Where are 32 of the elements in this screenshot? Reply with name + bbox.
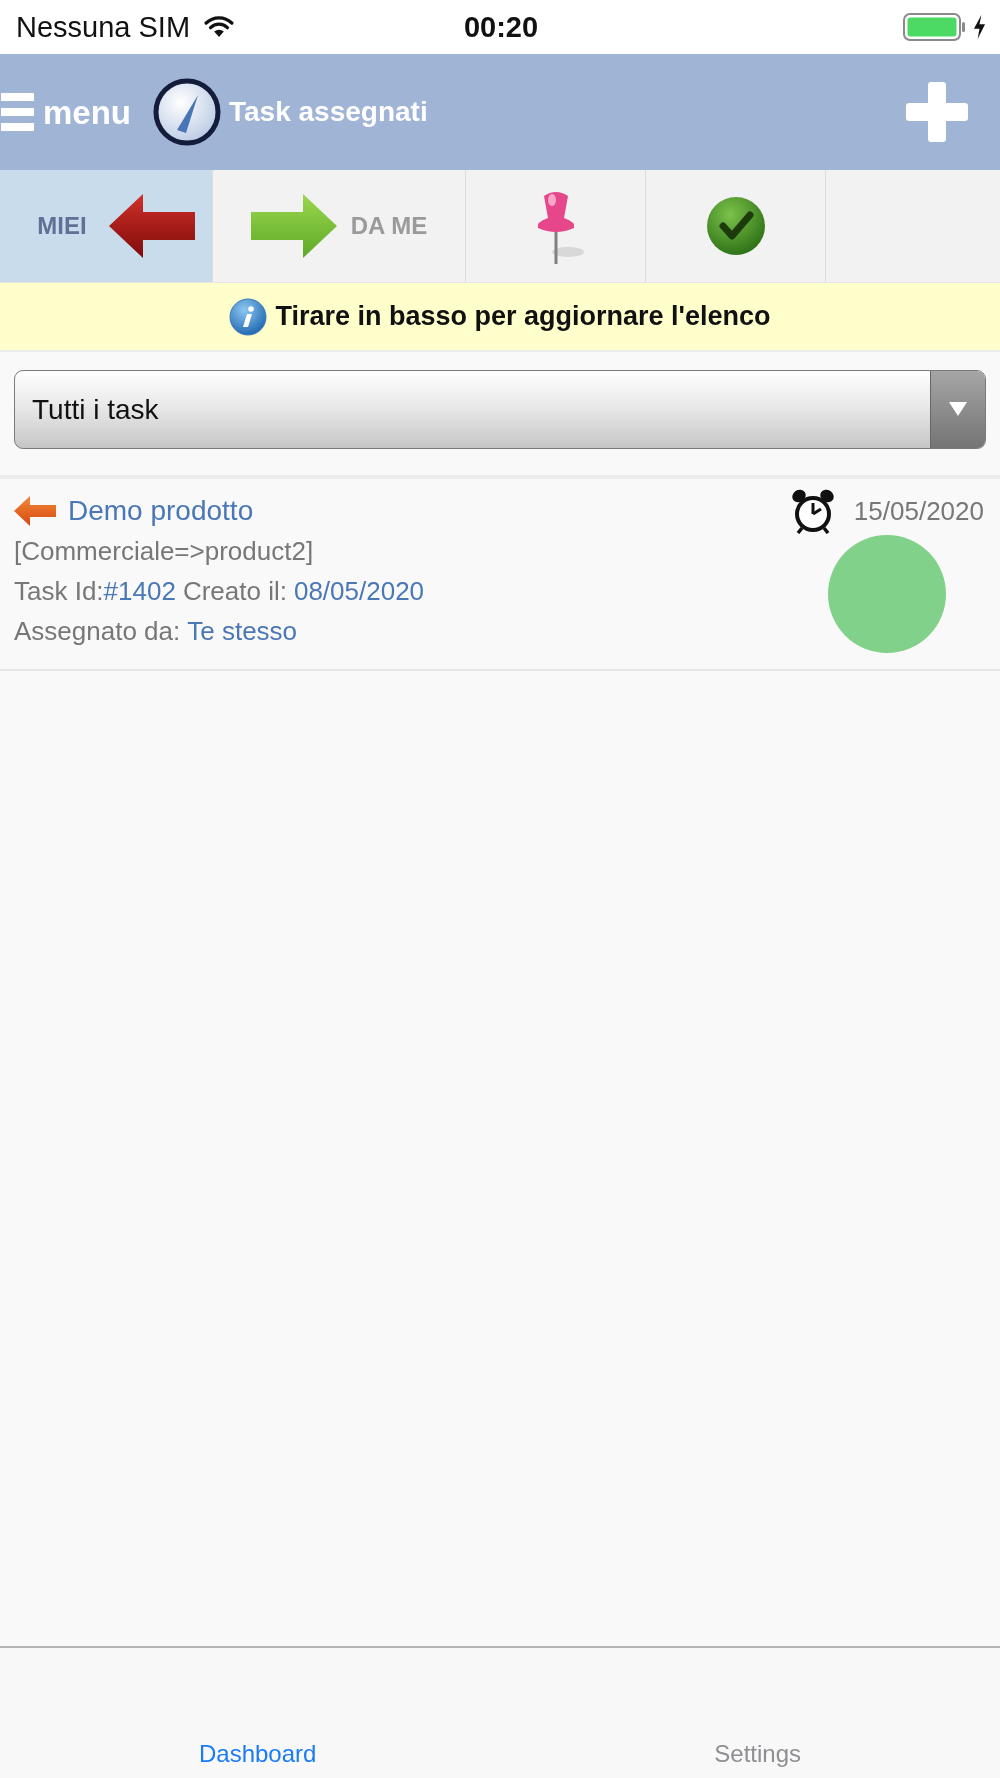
- plus-icon: [906, 82, 968, 142]
- assigned-by-label: Assegnato da:: [14, 616, 181, 646]
- info-icon: [229, 297, 268, 336]
- charging-bolt-icon: [973, 15, 986, 39]
- task-id: #1402: [103, 576, 176, 606]
- tab[interactable]: MIEI: [0, 170, 213, 282]
- due-date: 15/05/2020: [853, 494, 984, 528]
- add-button[interactable]: [906, 82, 968, 142]
- menu-icon: [0, 92, 35, 132]
- battery-icon: [903, 13, 965, 41]
- created-label: Creato il:: [182, 576, 287, 606]
- carrier-name: Nessuna SIM: [16, 12, 191, 42]
- left-arrow-icon: [108, 194, 195, 258]
- refresh-hint: Tirare in basso per aggiornare l'elenco: [275, 303, 771, 330]
- bottom-tab[interactable]: Settings: [714, 1736, 802, 1778]
- bottom-tab[interactable]: Dashboard: [198, 1736, 317, 1778]
- wifi-icon: [204, 16, 235, 38]
- filter-dropdown[interactable]: Tutti i task: [14, 370, 986, 449]
- alarm-clock-icon: [789, 488, 836, 534]
- dial-icon: [153, 78, 221, 146]
- task-category: [Commerciale=>product2]: [14, 536, 314, 566]
- right-arrow-icon: [250, 194, 337, 258]
- caret-icon: [930, 371, 985, 448]
- menu-button[interactable]: menu: [0, 92, 131, 132]
- clock-time: 00:20: [463, 12, 539, 42]
- page-title: Task assegnati: [229, 98, 428, 126]
- task-id-label: Task Id:: [14, 576, 104, 606]
- created-date: 08/05/2020: [293, 576, 425, 606]
- assigned-by-value: Te stesso: [187, 616, 298, 646]
- task-title: Demo prodotto: [68, 494, 254, 528]
- check-icon: [705, 196, 766, 256]
- left-arrow-icon: [14, 496, 56, 526]
